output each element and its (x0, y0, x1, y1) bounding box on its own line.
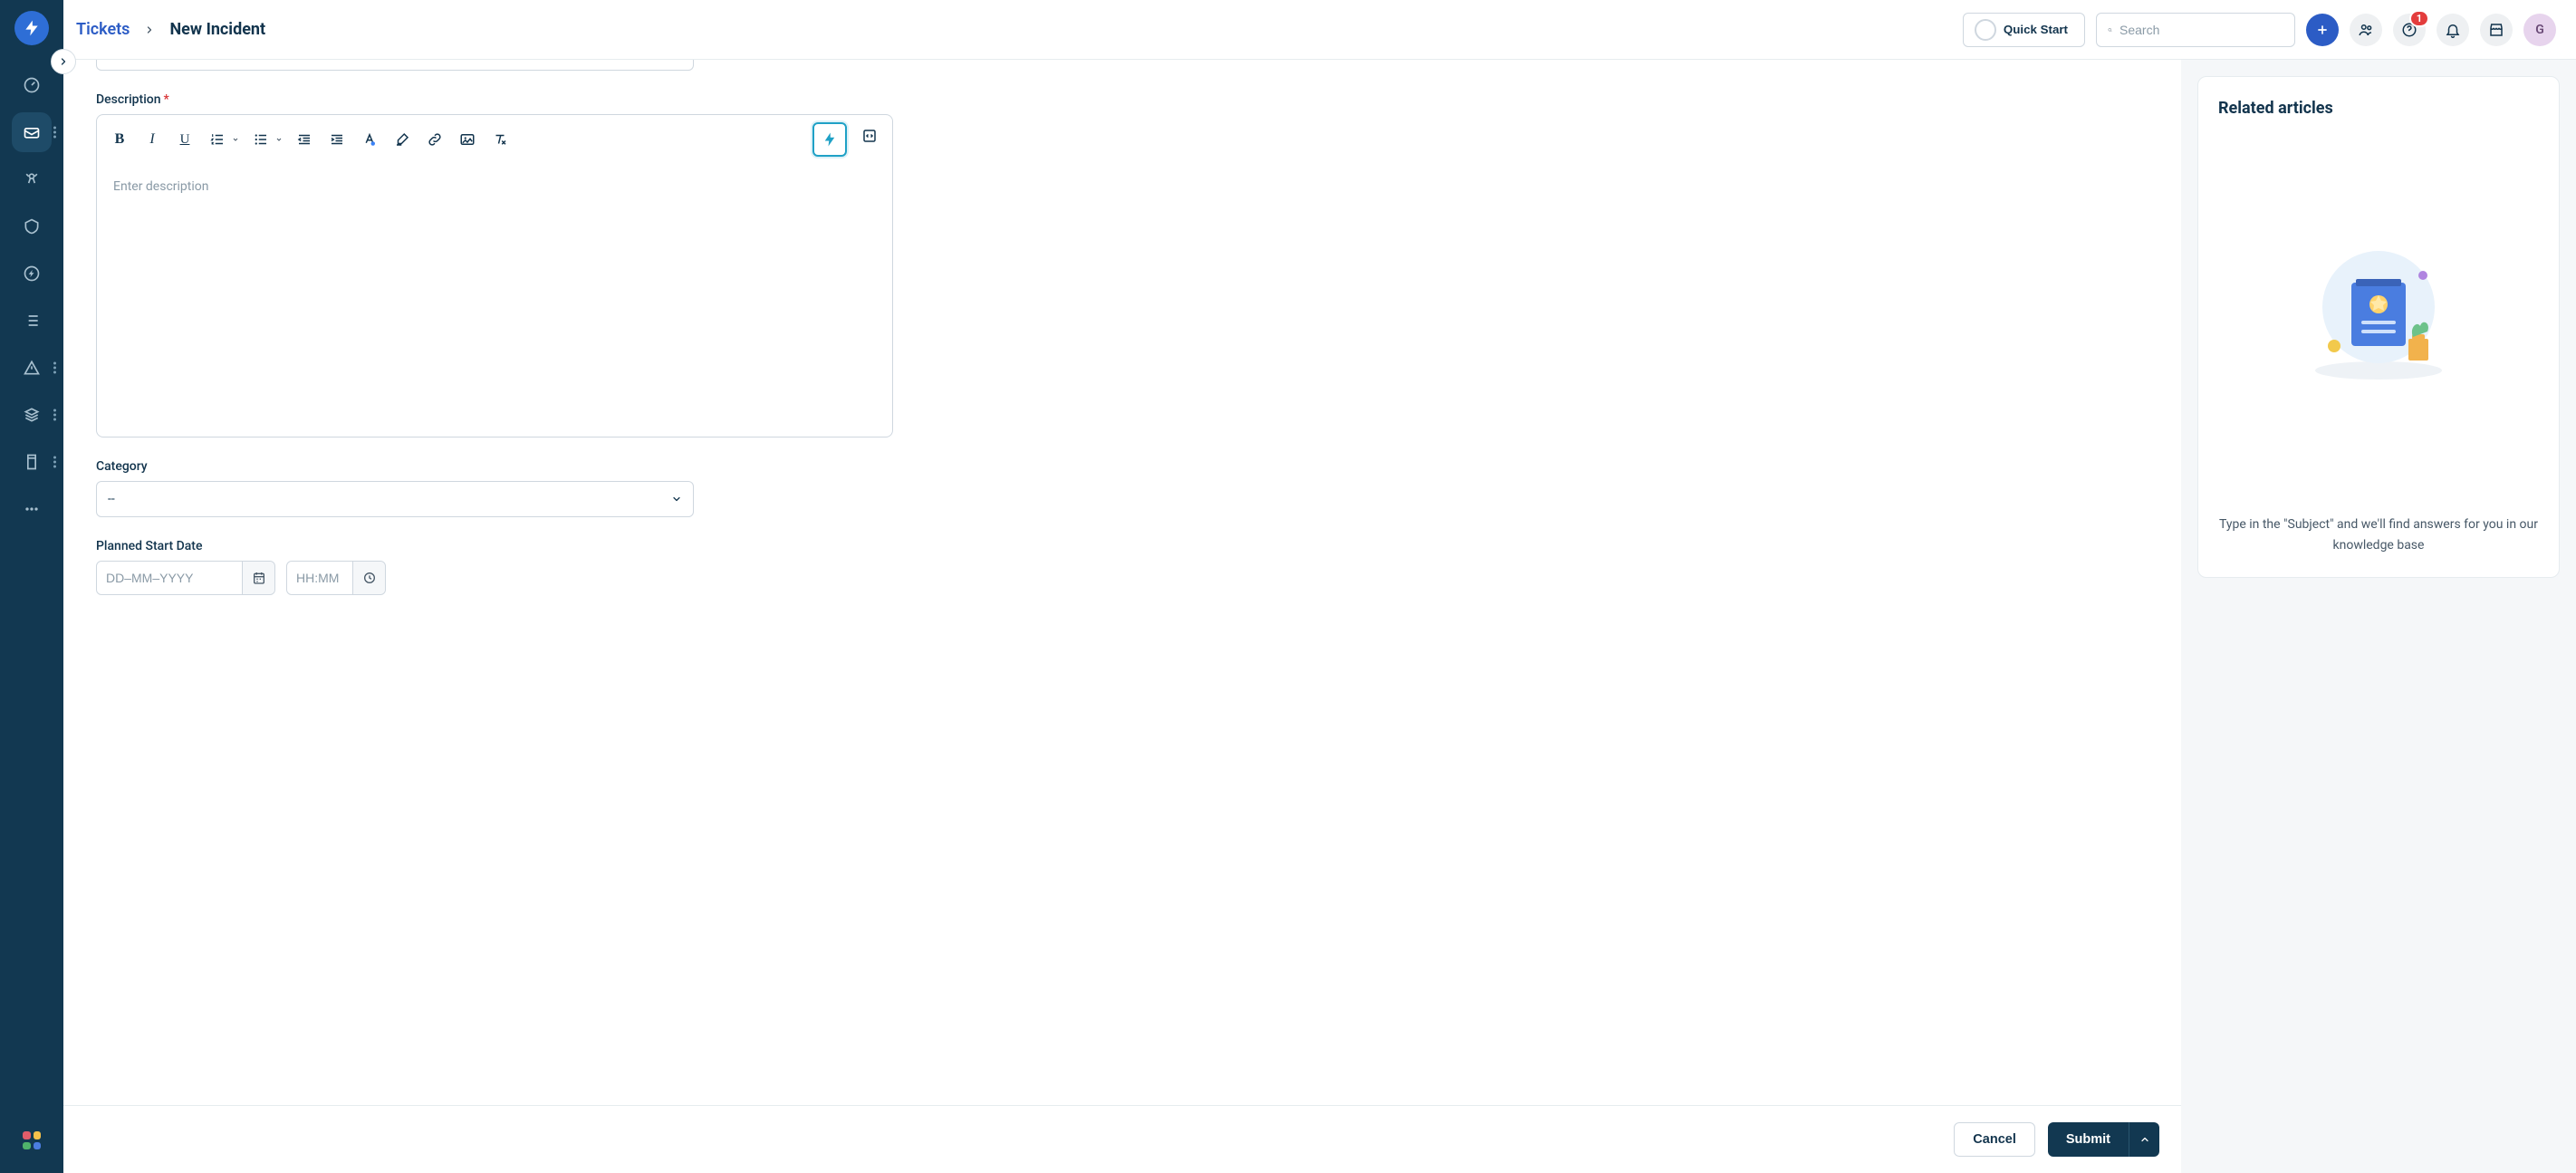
rte-indent-button[interactable] (323, 126, 351, 153)
related-articles-title: Related articles (2218, 99, 2539, 118)
sidebar-item-releases[interactable] (12, 254, 52, 293)
app-sidebar (0, 0, 63, 1173)
rte-highlight-button[interactable] (389, 126, 416, 153)
avatar[interactable]: G (2523, 14, 2556, 46)
cancel-button[interactable]: Cancel (1954, 1122, 2035, 1157)
search-icon (2108, 23, 2112, 37)
required-asterisk: * (164, 92, 169, 107)
time-input[interactable] (287, 562, 352, 594)
empty-state-text: Type in the "Subject" and we'll find ans… (2218, 514, 2539, 555)
description-textarea[interactable] (97, 165, 892, 437)
description-label: Description* (96, 92, 2148, 107)
breadcrumb: Tickets New Incident (76, 20, 265, 39)
expand-sidebar-button[interactable] (51, 49, 76, 74)
rte-ordered-list-caret[interactable] (231, 136, 240, 143)
sidebar-item-assets[interactable] (12, 395, 52, 435)
search-input[interactable] (2119, 23, 2283, 37)
rte-link-button[interactable] (421, 126, 448, 153)
new-button[interactable] (2306, 14, 2339, 46)
rte-toolbar: B I U (97, 115, 892, 165)
category-value: -- (108, 492, 115, 506)
vertical-dots-icon (53, 362, 56, 374)
chevron-up-icon (2139, 1134, 2150, 1145)
rte-ai-assist-button[interactable] (812, 122, 847, 157)
sidebar-item-alerts[interactable] (12, 348, 52, 388)
submit-button[interactable]: Submit (2048, 1122, 2129, 1157)
rte-text-color-button[interactable] (356, 126, 383, 153)
quick-start-label: Quick Start (2004, 23, 2068, 36)
vertical-dots-icon (53, 409, 56, 421)
vertical-dots-icon (53, 457, 56, 468)
topbar: Tickets New Incident Quick Start (63, 0, 2576, 60)
store-icon (2488, 22, 2504, 38)
sidebar-item-apps[interactable] (12, 1131, 52, 1149)
calendar-icon[interactable] (242, 562, 274, 594)
breadcrumb-current: New Incident (169, 20, 265, 39)
category-label: Category (96, 459, 2148, 474)
marketplace-button[interactable] (2480, 14, 2513, 46)
apps-grid-icon (23, 1131, 41, 1149)
rte-code-block-button[interactable] (856, 122, 883, 149)
vertical-dots-icon (53, 127, 56, 139)
related-articles-panel: Related articles (2181, 60, 2576, 1173)
rte-clear-formatting-button[interactable] (486, 126, 514, 153)
clock-icon[interactable] (352, 562, 385, 594)
rte-outdent-button[interactable] (291, 126, 318, 153)
avatar-initial: G (2535, 23, 2544, 37)
rte-bold-button[interactable]: B (106, 126, 133, 153)
sidebar-item-dashboard[interactable] (12, 65, 52, 105)
breadcrumb-link-tickets[interactable]: Tickets (76, 20, 130, 39)
form-footer: Cancel Submit (63, 1105, 2181, 1173)
chevron-right-icon (144, 24, 155, 35)
sidebar-item-problems[interactable] (12, 159, 52, 199)
rte-underline-button[interactable]: U (171, 126, 198, 153)
submit-dropdown-button[interactable] (2129, 1122, 2159, 1157)
search-field[interactable] (2096, 13, 2295, 47)
rte-image-button[interactable] (454, 126, 481, 153)
help-button[interactable]: 1 (2393, 14, 2426, 46)
planned-start-label: Planned Start Date (96, 539, 2148, 553)
notification-badge: 1 (2409, 10, 2429, 27)
bell-icon (2445, 22, 2461, 38)
sidebar-item-solutions[interactable] (12, 442, 52, 482)
planned-start-time-field[interactable] (286, 561, 386, 595)
rte-unordered-list-caret[interactable] (274, 136, 284, 143)
sidebar-item-tasks[interactable] (12, 301, 52, 341)
quick-start-button[interactable]: Quick Start (1963, 13, 2085, 47)
rte-unordered-list-button[interactable] (247, 126, 274, 153)
chevron-down-icon (671, 494, 682, 505)
brand-logo[interactable] (14, 11, 49, 45)
previous-field-remnant (96, 60, 694, 71)
rte-ordered-list-button[interactable] (204, 126, 231, 153)
rte-italic-button[interactable]: I (139, 126, 166, 153)
category-select[interactable]: -- (96, 481, 694, 517)
contacts-button[interactable] (2350, 14, 2382, 46)
planned-start-date-field[interactable] (96, 561, 275, 595)
people-icon (2358, 22, 2374, 38)
date-input[interactable] (97, 562, 242, 594)
notifications-button[interactable] (2437, 14, 2469, 46)
plus-icon (2315, 23, 2330, 37)
description-editor: B I U (96, 114, 893, 437)
sidebar-item-changes[interactable] (12, 207, 52, 246)
sidebar-item-more[interactable] (12, 489, 52, 529)
empty-state-illustration (2218, 118, 2539, 514)
sidebar-item-tickets[interactable] (12, 112, 52, 152)
